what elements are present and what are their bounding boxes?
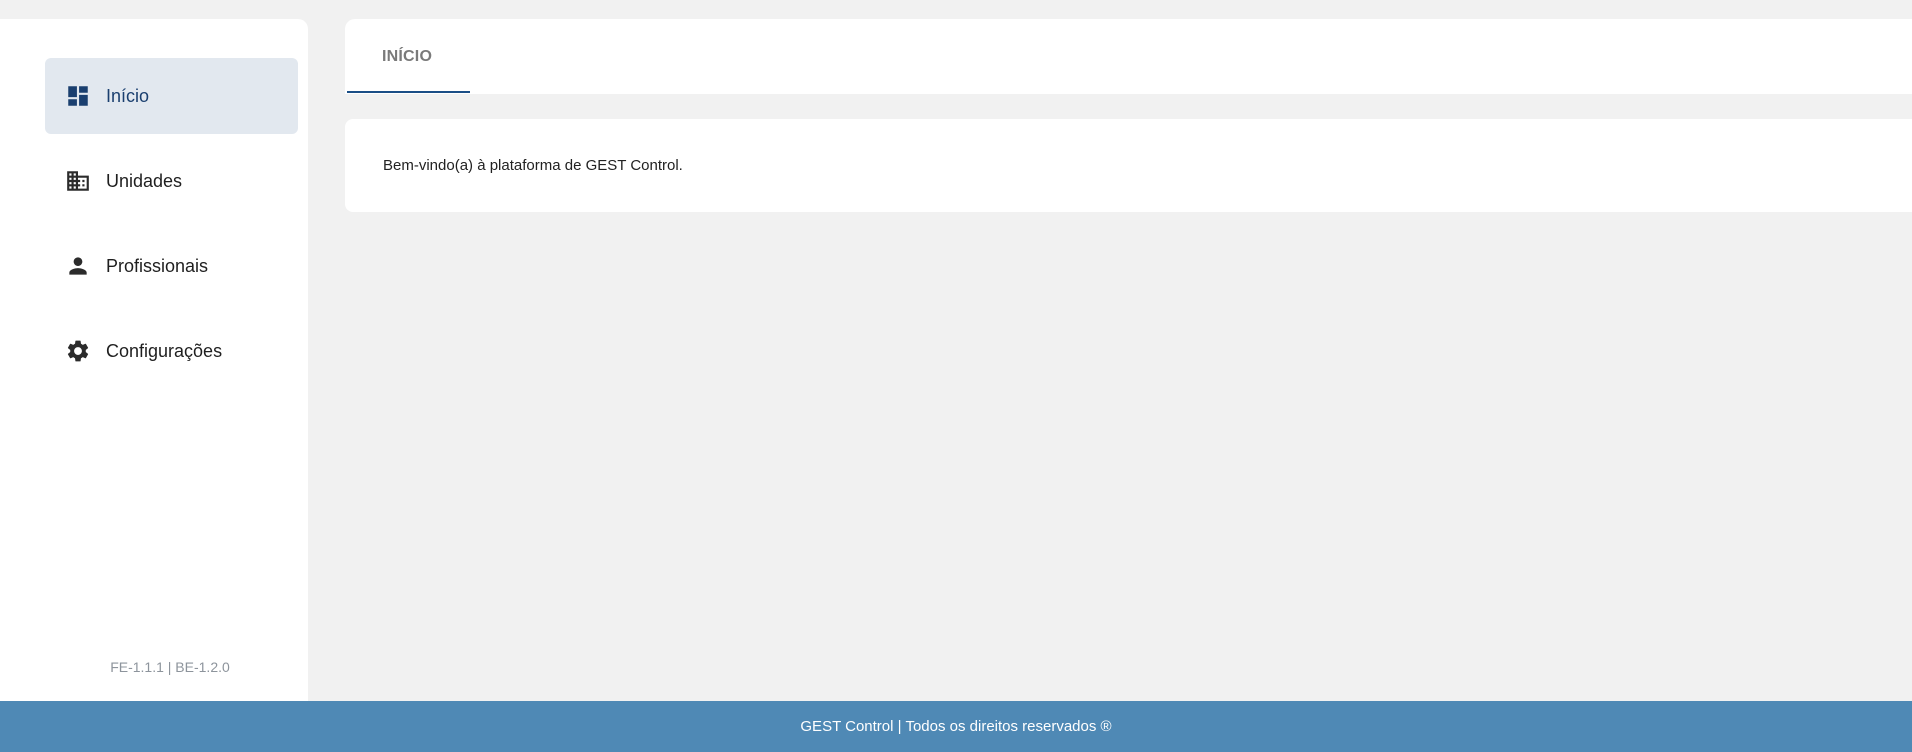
person-icon [65, 253, 91, 279]
content-card: Bem-vindo(a) à plataforma de GEST Contro… [345, 119, 1912, 212]
sidebar-item-label: Unidades [106, 170, 183, 191]
tab-inicio[interactable]: INÍCIO [347, 19, 470, 94]
sidebar: Início Unidades Profissionais Configuraç… [0, 19, 308, 701]
footer: GEST Control | Todos os direitos reserva… [0, 701, 1912, 752]
sidebar-item-unidades[interactable]: Unidades [45, 143, 298, 219]
tabs-bar: INÍCIO [345, 19, 1912, 94]
building-icon [65, 168, 91, 194]
gear-icon [65, 338, 91, 364]
sidebar-item-label: Configurações [106, 340, 223, 361]
version-label: FE-1.1.1 | BE-1.2.0 [110, 659, 230, 675]
sidebar-item-inicio[interactable]: Início [45, 58, 298, 134]
footer-text: GEST Control | Todos os direitos reserva… [800, 718, 1112, 735]
welcome-text: Bem-vindo(a) à plataforma de GEST Contro… [383, 157, 683, 174]
sidebar-item-profissionais[interactable]: Profissionais [45, 228, 298, 304]
dashboard-icon [65, 83, 91, 109]
sidebar-item-label: Início [106, 85, 150, 106]
app-root: Início Unidades Profissionais Configuraç… [0, 0, 1912, 752]
sidebar-item-configuracoes[interactable]: Configurações [45, 313, 298, 389]
sidebar-item-label: Profissionais [106, 255, 209, 276]
sidebar-nav: Início Unidades Profissionais Configuraç… [45, 58, 298, 398]
